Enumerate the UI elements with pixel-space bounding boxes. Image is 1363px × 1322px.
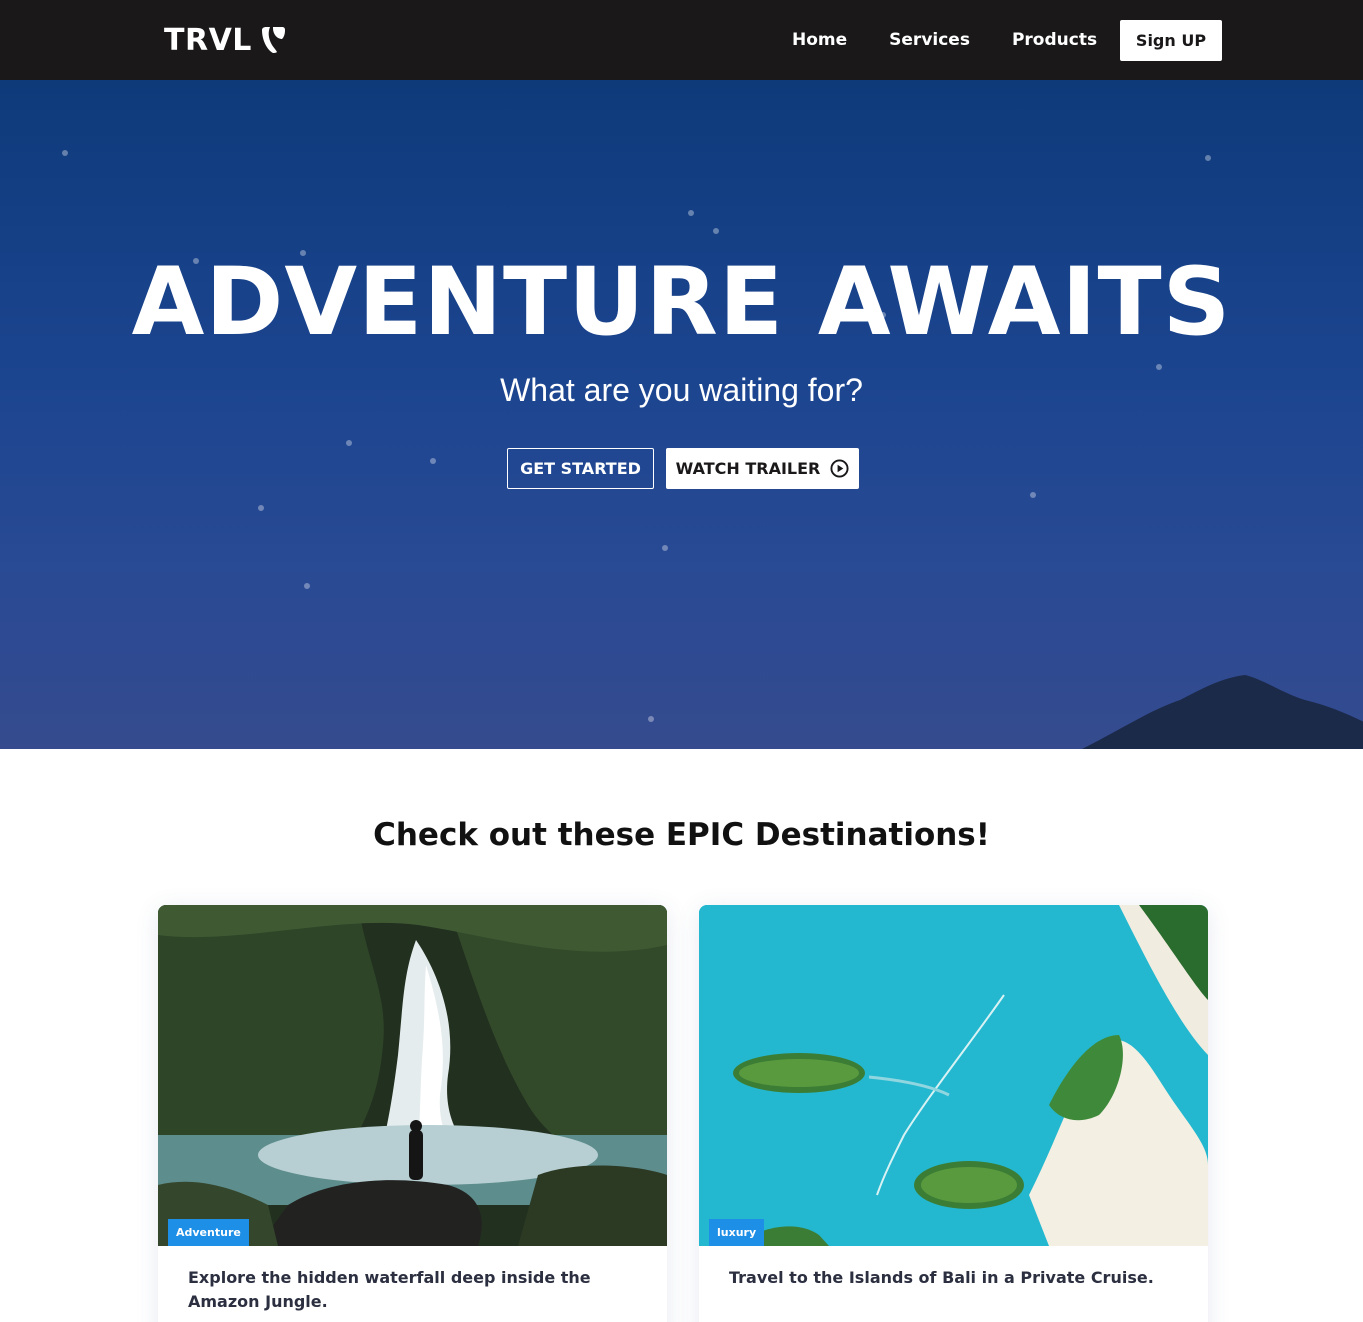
get-started-button[interactable]: GET STARTED xyxy=(507,448,654,489)
card-description: Travel to the Islands of Bali in a Priva… xyxy=(729,1268,1154,1287)
logo-text: TRVL xyxy=(164,22,252,58)
signup-button[interactable]: Sign UP xyxy=(1120,20,1222,61)
waterfall-image: Adventure xyxy=(158,905,667,1246)
hero-buttons: GET STARTED WATCH TRAILER xyxy=(507,448,859,489)
hero-subtitle: What are you waiting for? xyxy=(500,372,863,408)
nav-services[interactable]: Services xyxy=(889,28,970,52)
card-description: Explore the hidden waterfall deep inside… xyxy=(188,1268,591,1311)
nav-home[interactable]: Home xyxy=(792,28,847,52)
card-tag-adventure: Adventure xyxy=(168,1219,249,1246)
play-circle-icon xyxy=(830,459,849,478)
hero-background-stars xyxy=(0,80,1363,749)
main-nav: Home Services Products xyxy=(792,28,1097,52)
watch-trailer-label: WATCH TRAILER xyxy=(675,459,821,478)
hero-section: ADVENTURE AWAITS What are you waiting fo… xyxy=(0,80,1363,749)
card-tag-luxury: luxury xyxy=(709,1219,765,1246)
mountain-silhouette xyxy=(1081,675,1363,749)
typo3-logo-icon xyxy=(261,27,285,53)
watch-trailer-button[interactable]: WATCH TRAILER xyxy=(666,448,859,489)
destinations-title: Check out these EPIC Destinations! xyxy=(373,817,990,853)
logo[interactable]: TRVL xyxy=(164,22,286,58)
nav-products[interactable]: Products xyxy=(1012,28,1097,52)
hero-title: ADVENTURE AWAITS xyxy=(131,248,1232,357)
destination-card-bali[interactable]: luxury Travel to the Islands of Bali in … xyxy=(699,905,1208,1322)
islands-image: luxury xyxy=(699,905,1208,1246)
navbar: TRVL Home Services Products Sign UP xyxy=(0,0,1363,80)
destination-card-waterfall[interactable]: Adventure Explore the hidden waterfall d… xyxy=(158,905,667,1322)
